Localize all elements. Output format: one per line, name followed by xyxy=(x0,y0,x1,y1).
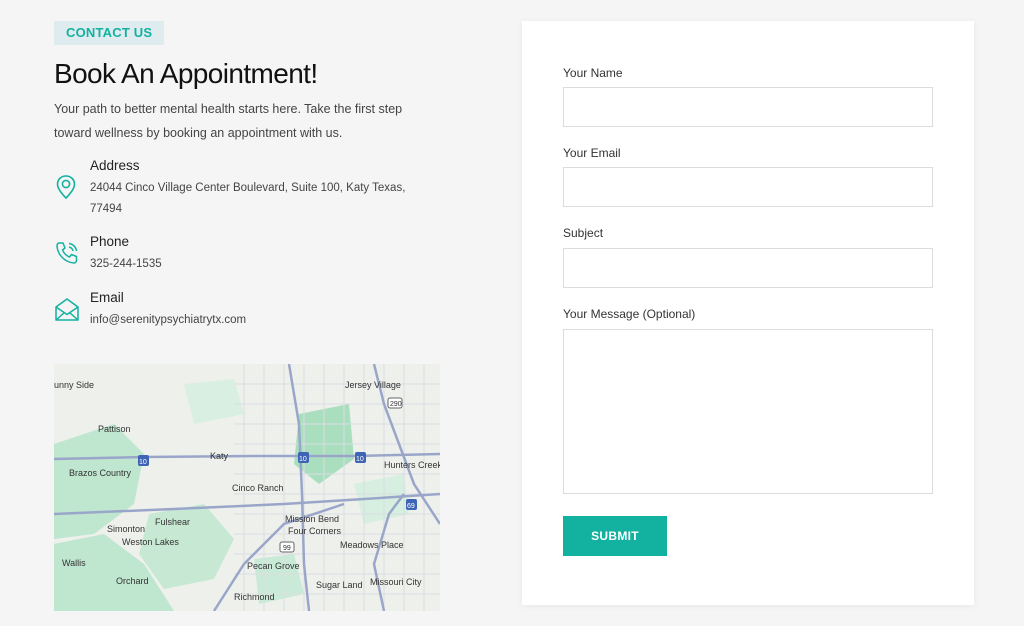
subject-input[interactable] xyxy=(563,248,933,288)
map-place-label: Mission Bend xyxy=(285,514,339,524)
svg-text:10: 10 xyxy=(299,456,307,463)
svg-text:69: 69 xyxy=(407,503,415,510)
map-pin-icon xyxy=(54,174,78,200)
email-label: Email xyxy=(90,290,124,305)
map-place-label: Sugar Land xyxy=(316,580,363,590)
map-place-label: Pattison xyxy=(98,424,131,434)
name-label: Your Name xyxy=(563,66,623,80)
map-place-label: Hunters Creek Village xyxy=(384,460,440,470)
map-place-label: Missouri City xyxy=(370,577,422,587)
page-title: Book An Appointment! xyxy=(54,58,318,89)
map-place-label: Wallis xyxy=(62,558,86,568)
phone-label: Phone xyxy=(90,234,130,249)
map-place-label: Brazos Country xyxy=(69,468,132,478)
contact-info-section: CONTACT US Book An Appointment! Your pat… xyxy=(54,21,454,326)
svg-text:10: 10 xyxy=(356,456,364,463)
phone-value[interactable]: 325-244-1535 xyxy=(90,254,440,275)
location-map[interactable]: 290 10 10 10 69 99 unny Side Jersey Vill… xyxy=(54,364,440,611)
svg-text:99: 99 xyxy=(283,545,291,552)
map-place-label: Fulshear xyxy=(155,517,190,527)
name-input[interactable] xyxy=(563,87,933,127)
email-input[interactable] xyxy=(563,167,933,207)
map-canvas: 290 10 10 10 69 99 unny Side Jersey Vill… xyxy=(54,364,440,611)
address-item: Address 24044 Cinco Village Center Boule… xyxy=(54,158,454,215)
section-tag: CONTACT US xyxy=(54,21,165,45)
email-value[interactable]: info@serenitypsychiatrytx.com xyxy=(90,310,440,331)
map-place-label: Orchard xyxy=(116,576,149,586)
envelope-icon xyxy=(54,296,79,321)
contact-page: CONTACT US Book An Appointment! Your pat… xyxy=(0,0,1024,626)
phone-icon xyxy=(54,240,78,264)
map-place-label: Four Corners xyxy=(288,526,342,536)
message-label: Your Message (Optional) xyxy=(563,307,696,321)
map-place-label: Jersey Village xyxy=(345,380,401,390)
map-place-label: unny Side xyxy=(54,380,94,390)
email-field-label: Your Email xyxy=(563,146,621,160)
address-value: 24044 Cinco Village Center Boulevard, Su… xyxy=(90,182,406,215)
map-place-label: Simonton xyxy=(107,524,145,534)
map-place-label: Cinco Ranch xyxy=(232,483,284,493)
phone-item: Phone 325-244-1535 xyxy=(54,234,454,270)
appointment-form: Your Name Your Email Subject Your Messag… xyxy=(522,21,974,605)
map-place-label: Katy xyxy=(210,451,229,461)
map-place-label: Pecan Grove xyxy=(247,561,300,571)
map-place-label: Weston Lakes xyxy=(122,537,179,547)
message-textarea[interactable] xyxy=(563,329,933,494)
map-place-label: Richmond xyxy=(234,592,275,602)
email-item: Email info@serenitypsychiatrytx.com xyxy=(54,290,454,326)
map-place-label: Meadows Place xyxy=(340,540,404,550)
address-label: Address xyxy=(90,158,140,173)
svg-text:10: 10 xyxy=(139,459,147,466)
submit-button[interactable]: SUBMIT xyxy=(563,516,667,556)
subject-label: Subject xyxy=(563,226,604,240)
intro-text: Your path to better mental health starts… xyxy=(54,102,403,140)
svg-text:290: 290 xyxy=(390,401,402,408)
